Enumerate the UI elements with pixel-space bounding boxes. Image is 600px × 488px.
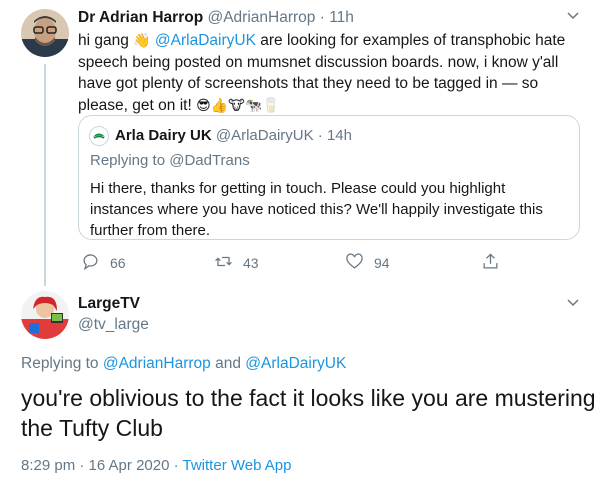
tweet-line-1a: hi gang bbox=[78, 32, 129, 49]
reply-timestamp[interactable]: 8:29 pm · 16 Apr 2020 · bbox=[21, 457, 179, 474]
sunglasses-emoji-icon: 😎 bbox=[196, 96, 211, 113]
reply-author-name[interactable]: LargeTV bbox=[78, 295, 140, 313]
retweet-icon bbox=[214, 252, 233, 274]
share-icon bbox=[481, 252, 500, 274]
tweet-line-2: speech being posted on mumsnet discussio… bbox=[78, 53, 559, 71]
reply-line-2: the Tufty Club bbox=[21, 415, 163, 441]
tweet-line-1b: are looking for examples of transphobic … bbox=[260, 32, 566, 49]
quoted-author-handle[interactable]: @ArlaDairyUK bbox=[216, 127, 314, 144]
tweet-time[interactable]: 11h bbox=[329, 9, 354, 26]
retweet-button[interactable]: 43 bbox=[214, 252, 259, 274]
replying-prefix: Replying to bbox=[21, 355, 99, 372]
reply-text: you're oblivious to the fact it looks li… bbox=[21, 383, 596, 443]
chevron-down-icon[interactable] bbox=[566, 9, 580, 28]
replying-user-arla[interactable]: @ArlaDairyUK bbox=[245, 355, 346, 372]
author-handle[interactable]: @AdrianHarrop bbox=[207, 9, 315, 26]
quoted-time[interactable]: 14h bbox=[327, 127, 352, 144]
share-button[interactable] bbox=[481, 252, 500, 274]
quoted-tweet[interactable]: Arla Dairy UK @ArlaDairyUK · 14h Replyin… bbox=[78, 115, 580, 240]
waving-hand-icon: 👋 bbox=[133, 32, 151, 49]
milk-glass-emoji-icon: 🥛 bbox=[262, 96, 280, 113]
adrian-avatar[interactable] bbox=[21, 9, 69, 57]
reply-author-handle[interactable]: @tv_large bbox=[78, 316, 149, 334]
author-name[interactable]: Dr Adrian Harrop bbox=[78, 9, 203, 26]
quoted-line-3: further from there. bbox=[90, 222, 211, 239]
reply-meta: 8:29 pm · 16 Apr 2020 · Twitter Web App bbox=[21, 457, 291, 474]
mention-arla[interactable]: @ArlaDairyUK bbox=[155, 32, 256, 49]
quoted-author-name[interactable]: Arla Dairy UK bbox=[115, 127, 212, 144]
replying-user-adrian[interactable]: @AdrianHarrop bbox=[103, 355, 211, 372]
like-count: 94 bbox=[374, 255, 390, 271]
reply-source[interactable]: Twitter Web App bbox=[183, 457, 292, 474]
arla-logo-icon bbox=[89, 126, 109, 151]
tweet-line-3: have got plenty of screenshots that they… bbox=[78, 75, 539, 93]
retweet-count: 43 bbox=[243, 255, 259, 271]
quoted-line-1: Hi there, thanks for getting in touch. P… bbox=[90, 180, 506, 197]
reply-icon bbox=[81, 252, 100, 274]
tweet-text: hi gang 👋 @ArlaDairyUK are looking for e… bbox=[78, 30, 565, 116]
quoted-line-2: instances where you have noticed this? W… bbox=[90, 201, 543, 218]
tweet-header: Dr Adrian Harrop @AdrianHarrop · 11h bbox=[78, 9, 354, 26]
cow-face-emoji-icon: 🐮 bbox=[228, 96, 245, 113]
reply-chevron-down-icon[interactable] bbox=[566, 296, 580, 315]
quoted-replying-to: Replying to @DadTrans bbox=[90, 152, 250, 169]
tweet-line-4: please, get on it! bbox=[78, 96, 192, 114]
largetv-avatar[interactable] bbox=[21, 291, 69, 339]
replying-and: and bbox=[215, 355, 241, 372]
like-icon bbox=[345, 252, 364, 274]
thread-line bbox=[44, 64, 46, 286]
reply-count: 66 bbox=[110, 255, 126, 271]
reply-replying-to: Replying to @AdrianHarrop and @ArlaDairy… bbox=[21, 355, 346, 373]
thumbs-up-emoji-icon: 👍 bbox=[210, 96, 229, 113]
quoted-header: Arla Dairy UK @ArlaDairyUK · 14h bbox=[115, 127, 352, 144]
cow-emoji-icon: 🐄 bbox=[244, 96, 263, 113]
reply-line-1: you're oblivious to the fact it looks li… bbox=[21, 385, 596, 411]
reply-button[interactable]: 66 bbox=[81, 252, 126, 274]
like-button[interactable]: 94 bbox=[345, 252, 390, 274]
quoted-text: Hi there, thanks for getting in touch. P… bbox=[90, 178, 543, 241]
